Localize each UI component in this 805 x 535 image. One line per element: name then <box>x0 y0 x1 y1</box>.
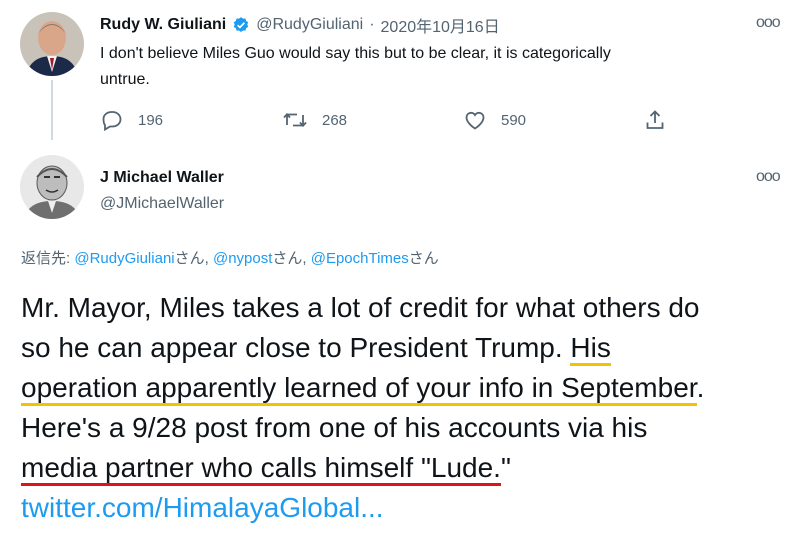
thread-line <box>51 80 53 140</box>
tweet1-header: Rudy W. Giuliani @RudyGiuliani · 2020年10… <box>100 13 500 37</box>
reply-icon <box>102 111 122 132</box>
replying-to-prefix: 返信先: <box>21 250 75 267</box>
mention-suffix: さん, <box>174 250 213 267</box>
tweet2-line3-end: . <box>696 372 705 403</box>
tweet-date[interactable]: 2020年10月16日 <box>381 13 500 37</box>
author-name[interactable]: Rudy W. Giuliani <box>100 16 226 34</box>
tweet2-line4: Here's a 9/28 post from one of his accou… <box>21 412 648 443</box>
highlighted-text: His <box>570 332 611 366</box>
retweet-action[interactable]: 268 <box>282 108 347 132</box>
tweet2-line5: media partner who calls himself "Lude." <box>21 448 791 488</box>
author-handle[interactable]: @JMichaelWaller <box>100 195 224 213</box>
separator-dot: · <box>369 16 375 33</box>
verified-badge-icon <box>232 16 250 34</box>
avatar-rudy-giuliani[interactable] <box>20 12 84 76</box>
tweet2-line2-text: so he can appear close to President Trum… <box>21 332 571 363</box>
like-action[interactable]: 590 <box>463 108 526 132</box>
author-name[interactable]: J Michael Waller <box>100 169 224 187</box>
tweet2-line2: so he can appear close to President Trum… <box>21 328 791 368</box>
tweet1-text-line1: I don't believe Miles Guo would say this… <box>100 45 611 62</box>
author-handle[interactable]: @RudyGiuliani <box>256 16 363 34</box>
reply-count: 196 <box>138 111 164 129</box>
retweet-icon <box>283 112 307 128</box>
mention-epochtimes[interactable]: @EpochTimes <box>311 250 409 267</box>
share-action[interactable] <box>643 108 667 137</box>
retweet-count: 268 <box>322 111 348 129</box>
replying-to: 返信先: @RudyGiulianiさん, @nypostさん, @EpochT… <box>21 247 439 268</box>
like-count: 590 <box>501 111 527 129</box>
mention-suffix: さん, <box>272 250 311 267</box>
reply-action[interactable]: 196 <box>100 108 163 132</box>
more-options-icon[interactable]: ooo <box>756 14 781 32</box>
highlighted-text-red: media partner who calls himself "Lude. <box>21 452 501 486</box>
mention-nypost[interactable]: @nypost <box>213 250 272 267</box>
tweet1-text-line2: untrue. <box>100 71 150 88</box>
like-icon <box>465 111 485 130</box>
more-options-icon[interactable]: ooo <box>756 168 781 186</box>
tweet2-line1: Mr. Mayor, Miles takes a lot of credit f… <box>21 292 700 323</box>
tweet-link[interactable]: twitter.com/HimalayaGlobal... <box>21 488 791 528</box>
tweet1-text: I don't believe Miles Guo would say this… <box>100 41 790 93</box>
share-icon <box>646 110 664 129</box>
mention-rudygiuliani[interactable]: @RudyGiuliani <box>74 250 174 267</box>
tweet2-body: Mr. Mayor, Miles takes a lot of credit f… <box>21 288 791 528</box>
mention-suffix: さん <box>408 250 439 267</box>
avatar-j-michael-waller[interactable] <box>20 155 84 219</box>
tweet2-line3: operation apparently learned of your inf… <box>21 368 791 408</box>
highlighted-text: operation apparently learned of your inf… <box>21 372 697 406</box>
tweet2-line5-end: " <box>500 452 511 483</box>
